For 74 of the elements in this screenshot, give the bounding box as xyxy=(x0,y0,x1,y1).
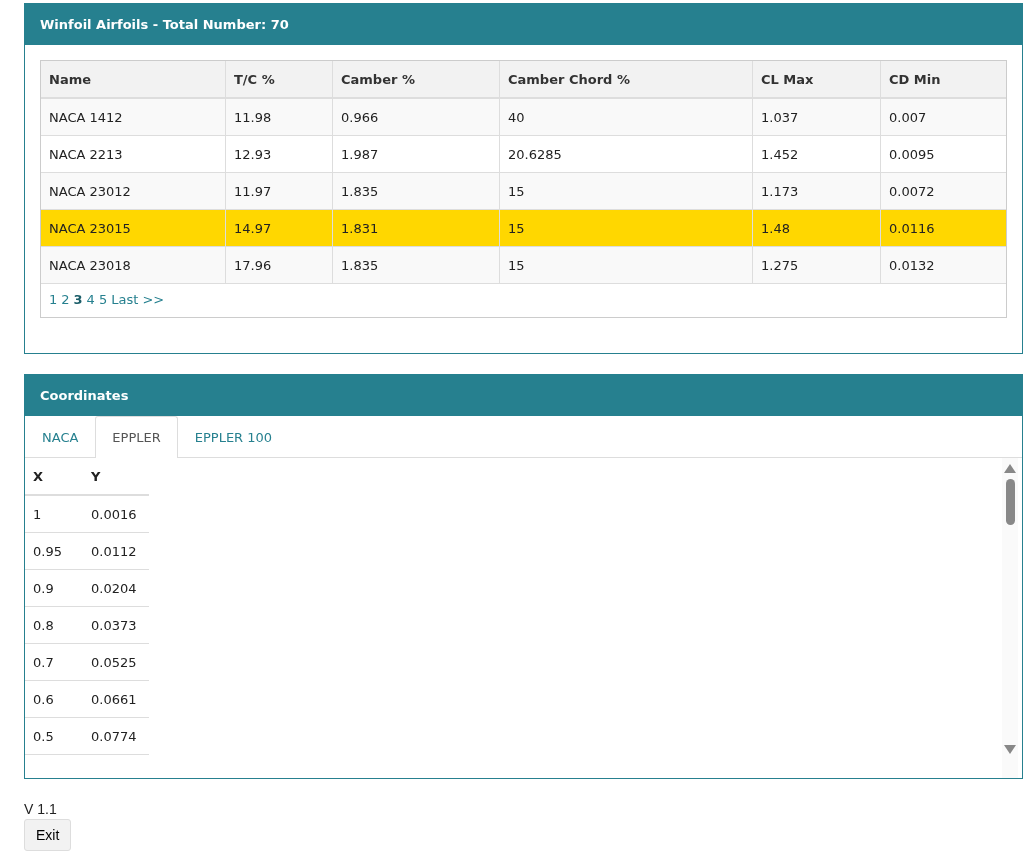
table-cell: 0.0095 xyxy=(880,135,1006,173)
table-cell: 15 xyxy=(499,246,753,284)
exit-button[interactable]: Exit xyxy=(24,819,72,851)
table-cell: 11.98 xyxy=(225,98,333,136)
table-cell: 0.0112 xyxy=(83,532,149,570)
scroll-up-icon[interactable] xyxy=(1004,464,1016,473)
table-cell: 0.0116 xyxy=(880,209,1006,247)
table-cell: 1.037 xyxy=(752,98,881,136)
table-row[interactable]: NACA 1412 11.98 0.966 40 1.037 0.007 xyxy=(41,98,1006,136)
column-header: Y xyxy=(83,458,149,495)
table-cell: 0.007 xyxy=(880,98,1006,136)
table-cell: 11.97 xyxy=(225,172,333,210)
scrollbar[interactable] xyxy=(1002,458,1018,778)
table-cell: 0.0661 xyxy=(83,680,149,718)
table-cell: 1.835 xyxy=(332,172,500,210)
table-cell: 17.96 xyxy=(225,246,333,284)
table-cell: 12.93 xyxy=(225,135,333,173)
page-link[interactable]: 2 xyxy=(61,292,70,307)
table-cell: 1.831 xyxy=(332,209,500,247)
table-cell: 0.5 xyxy=(25,717,83,755)
table-cell: NACA 1412 xyxy=(41,98,226,136)
table-cell: 0.95 xyxy=(25,532,83,570)
table-row[interactable]: NACA 23012 11.97 1.835 15 1.173 0.0072 xyxy=(41,172,1006,210)
panel-title: Coordinates xyxy=(25,375,1022,416)
version-label: V 1.1 xyxy=(24,801,58,817)
table-cell: 15 xyxy=(499,209,753,247)
column-header: CD Min xyxy=(880,61,1006,98)
table-cell: 0.0525 xyxy=(83,643,149,681)
table-cell: 0.7 xyxy=(25,643,83,681)
table-cell: 1.835 xyxy=(332,246,500,284)
column-header: Camber Chord % xyxy=(499,61,753,98)
table-cell: 0.0132 xyxy=(880,246,1006,284)
table-cell: 0.9 xyxy=(25,569,83,607)
table-cell: 15 xyxy=(499,172,753,210)
tab[interactable]: NACA xyxy=(25,416,96,458)
table-cell: 1.48 xyxy=(752,209,881,247)
table-row[interactable]: NACA 23018 17.96 1.835 15 1.275 0.0132 xyxy=(41,246,1006,284)
table-cell: 0.0774 xyxy=(83,717,149,755)
table-cell: 0.8 xyxy=(25,606,83,644)
table-cell: 0.0072 xyxy=(880,172,1006,210)
table-cell: 0.966 xyxy=(332,98,500,136)
page-link[interactable]: 3 xyxy=(73,292,83,307)
table-cell: NACA 23015 xyxy=(41,209,226,247)
last-page-link[interactable]: Last >> xyxy=(111,292,165,307)
tab[interactable]: EPPLER xyxy=(95,416,178,458)
table-row[interactable]: NACA 2213 12.93 1.987 20.6285 1.452 0.0095 xyxy=(41,135,1006,173)
column-header: Camber % xyxy=(332,61,500,98)
table-cell: 40 xyxy=(499,98,753,136)
column-header: CL Max xyxy=(752,61,881,98)
table-cell: 0.6 xyxy=(25,680,83,718)
table-cell: 1.987 xyxy=(332,135,500,173)
table-cell: 1.173 xyxy=(752,172,881,210)
table-cell: 1 xyxy=(25,495,83,533)
table-cell: 14.97 xyxy=(225,209,333,247)
page-link[interactable]: 1 xyxy=(49,292,58,307)
table-row[interactable]: NACA 23015 14.97 1.831 15 1.48 0.0116 xyxy=(41,209,1006,247)
table-cell: 20.6285 xyxy=(499,135,753,173)
scroll-down-icon[interactable] xyxy=(1004,745,1016,754)
page-link[interactable]: 5 xyxy=(98,292,108,307)
table-cell: 1.452 xyxy=(752,135,881,173)
table-cell: 0.0373 xyxy=(83,606,149,644)
panel-title: Winfoil Airfoils - Total Number: 70 xyxy=(25,4,1022,45)
column-header: Name xyxy=(41,61,226,98)
table-cell: 0.0016 xyxy=(83,495,149,533)
column-header: T/C % xyxy=(225,61,333,98)
tab[interactable]: EPPLER 100 xyxy=(177,416,290,458)
column-header: X xyxy=(25,458,83,495)
page-link[interactable]: 4 xyxy=(86,292,95,307)
table-cell: 0.0204 xyxy=(83,569,149,607)
table-cell: 1.275 xyxy=(752,246,881,284)
table-cell: NACA 2213 xyxy=(41,135,226,173)
scrollbar-thumb[interactable] xyxy=(1005,479,1015,525)
table-cell: NACA 23018 xyxy=(41,246,226,284)
table-cell: NACA 23012 xyxy=(41,172,226,210)
